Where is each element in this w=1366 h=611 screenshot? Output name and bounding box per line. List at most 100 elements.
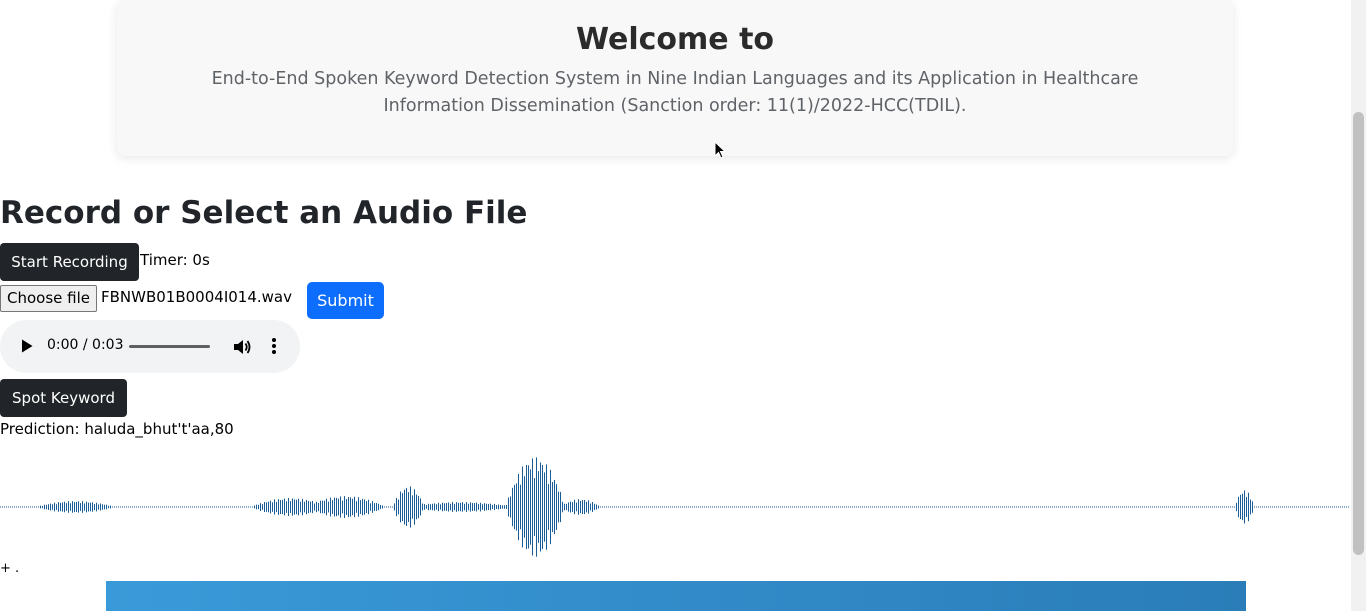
waveform-bar (462, 502, 463, 512)
waveform-bar (254, 505, 255, 509)
waveform-bar (472, 503, 473, 511)
waveform-bar (478, 504, 479, 510)
audio-seek-slider[interactable] (129, 345, 210, 348)
waveform-bar (574, 499, 575, 515)
waveform-bar (434, 503, 435, 511)
waveform-bar (282, 499, 283, 515)
waveform-bar (580, 500, 581, 514)
waveform-bar (300, 501, 301, 513)
waveform-bar (442, 502, 443, 512)
welcome-title: Welcome to (575, 22, 775, 57)
waveform-bar (446, 503, 447, 511)
waveform-bar (284, 498, 285, 516)
waveform-bar (546, 464, 547, 550)
waveform-bar (496, 505, 497, 509)
welcome-card: Welcome to End-to-End Spoken Keyword Det… (117, 0, 1233, 156)
waveform-bar (352, 498, 353, 516)
waveform-bar (560, 491, 561, 523)
waveform-bar (380, 505, 381, 509)
waveform-bar (450, 503, 451, 511)
waveform-bar (568, 502, 569, 512)
waveform-bar (318, 502, 319, 512)
waveform-bar (382, 505, 383, 509)
waveform-bar (540, 462, 541, 552)
waveform-bar (432, 503, 433, 511)
waveform-bar (72, 501, 73, 513)
waveform-bar (410, 486, 411, 528)
waveform-bar (278, 499, 279, 515)
waveform-bar (294, 499, 295, 515)
waveform-bar (328, 501, 329, 513)
waveform-bar (88, 502, 89, 512)
waveform-bar (538, 471, 539, 543)
waveform-bar (436, 504, 437, 510)
waveform-bar (510, 496, 511, 518)
waveform-bar (522, 466, 523, 548)
waveform-bar (338, 498, 339, 516)
waveform-bar (78, 501, 79, 513)
waveform-bar (430, 504, 431, 510)
waveform-bar (440, 504, 441, 510)
waveform-bar (564, 503, 565, 511)
waveform-bar (476, 502, 477, 512)
waveform-bar (576, 502, 577, 512)
scrollbar-thumb[interactable] (1353, 112, 1364, 555)
waveform-bar (544, 472, 545, 542)
spot-keyword-button[interactable]: Spot Keyword (0, 379, 127, 417)
waveform-bar (262, 504, 263, 510)
waveform-bar (342, 500, 343, 514)
waveform-bar (486, 503, 487, 511)
waveform-bar (358, 497, 359, 517)
waveform-bar (402, 493, 403, 521)
waveform-bar (308, 500, 309, 514)
waveform-bar (394, 503, 395, 511)
waveform-bar (588, 500, 589, 514)
waveform-bar (40, 505, 41, 509)
audio-player[interactable]: 0:00 / 0:03 (0, 320, 300, 373)
waveform-bar (460, 502, 461, 512)
waveform-bar (508, 497, 509, 517)
more-options-icon[interactable] (266, 336, 282, 356)
waveform-bar (350, 497, 351, 517)
waveform-bar (48, 504, 49, 510)
waveform-bar (524, 476, 525, 538)
waveform-bar (102, 504, 103, 510)
waveform-bar (526, 465, 527, 550)
waveform-bar (96, 502, 97, 512)
waveform-bar (572, 502, 573, 512)
waveform-bar (348, 497, 349, 518)
waveform-bar (296, 499, 297, 515)
audio-waveform[interactable] (0, 450, 1350, 560)
volume-icon[interactable] (232, 337, 252, 357)
waveform-bar (106, 504, 107, 510)
waveform-bar (52, 504, 53, 510)
project-description: End-to-End Spoken Keyword Detection Syst… (211, 69, 1139, 116)
waveform-bar (264, 502, 265, 512)
waveform-bar (438, 502, 439, 512)
footnote-text: + . (0, 561, 20, 576)
waveform-bar (326, 498, 327, 516)
waveform-bar (452, 502, 453, 512)
play-icon[interactable] (19, 338, 35, 354)
submit-button[interactable]: Submit (307, 282, 384, 319)
waveform-bar (426, 505, 427, 509)
waveform-bar (90, 502, 91, 512)
waveform-bar (332, 500, 333, 514)
waveform-bar (290, 501, 291, 513)
waveform-bar (288, 498, 289, 516)
page-scrollbar[interactable] (1351, 0, 1366, 611)
start-recording-button[interactable]: Start Recording (0, 243, 139, 281)
waveform-bar (366, 501, 367, 513)
bottom-banner (106, 581, 1246, 611)
waveform-bar (310, 501, 311, 513)
waveform-bar (416, 494, 417, 520)
waveform-bar (1240, 494, 1241, 520)
waveform-bar (480, 502, 481, 512)
waveform-bar (312, 500, 313, 514)
waveform-bar (54, 502, 55, 512)
waveform-bar (280, 500, 281, 514)
choose-file-button[interactable]: Choose file (0, 285, 97, 312)
waveform-bar (316, 501, 317, 513)
waveform-bar (256, 504, 257, 510)
waveform-bar (570, 501, 571, 513)
